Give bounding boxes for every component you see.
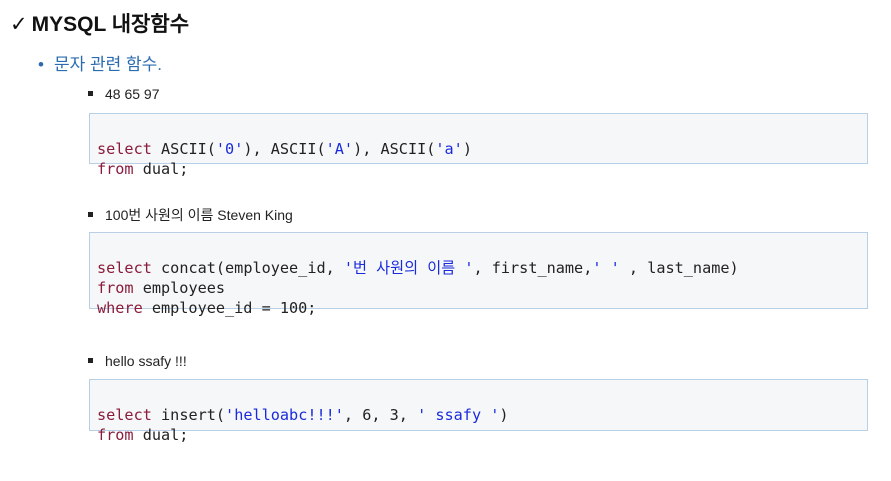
code-text: ) [499, 406, 509, 424]
code-text: employee_id = 100; [142, 299, 317, 317]
code-line: where employee_id = 100; [97, 298, 860, 318]
code-line: from dual; [97, 425, 860, 445]
sql-keyword: from [97, 279, 134, 297]
sql-string: 'helloabc!!!' [225, 406, 344, 424]
code-text: ASCII( [161, 140, 216, 158]
example-label-text: hello ssafy !!! [105, 353, 187, 369]
square-bullet-icon [88, 211, 93, 217]
sql-keyword: from [97, 160, 134, 178]
code-text: ), ASCII( [353, 140, 436, 158]
sql-keyword: select [97, 259, 152, 277]
page-title: ✓ MYSQL 내장함수 [10, 8, 189, 38]
code-text: ), ASCII( [243, 140, 326, 158]
sql-keyword: select [97, 140, 152, 158]
sql-string: '번 사원의 이름 ' [343, 259, 474, 277]
code-text: , last_name) [619, 259, 739, 277]
bullet-icon: • [38, 55, 44, 74]
square-bullet-icon [88, 357, 93, 363]
code-text: employees [133, 279, 226, 297]
code-text: ) [462, 140, 472, 158]
example-label-insert: hello ssafy !!! [88, 353, 187, 369]
sql-keyword: select [97, 406, 152, 424]
sql-string: 'A' [325, 140, 354, 158]
page-title-text: MYSQL 내장함수 [31, 13, 190, 36]
code-line: select concat(employee_id, '번 사원의 이름 ', … [97, 258, 860, 278]
sql-keyword: from [97, 426, 134, 444]
example-label-text: 100번 사원의 이름 Steven King [105, 207, 293, 223]
code-text: , first_name, [473, 259, 593, 277]
sql-string: 'a' [435, 140, 463, 158]
code-text: insert( [161, 406, 226, 424]
section-subtitle: • 문자 관련 함수. [38, 50, 162, 75]
example-label-concat: 100번 사원의 이름 Steven King [88, 205, 293, 225]
sql-string: ' ' [592, 259, 620, 277]
sql-keyword: where [97, 299, 143, 317]
example-label-ascii: 48 65 97 [88, 86, 160, 102]
square-bullet-icon [88, 90, 93, 96]
code-line: select ASCII('0'), ASCII('A'), ASCII('a'… [97, 139, 860, 159]
code-block-insert: select insert('helloabc!!!', 6, 3, ' ssa… [89, 379, 868, 444]
sql-string: ' ssafy ' [417, 406, 500, 424]
code-line: from employees [97, 278, 860, 298]
check-icon: ✓ [10, 13, 28, 36]
code-text: dual; [133, 426, 189, 444]
code-line: from dual; [97, 159, 860, 179]
example-label-text: 48 65 97 [105, 86, 160, 102]
code-block-ascii: select ASCII('0'), ASCII('A'), ASCII('a'… [89, 113, 868, 178]
code-text: concat(employee_id, [161, 259, 344, 277]
code-text: , 6, 3, [343, 406, 418, 424]
code-block-concat: select concat(employee_id, '번 사원의 이름 ', … [89, 232, 868, 317]
code-text: dual; [133, 160, 189, 178]
section-subtitle-text: 문자 관련 함수. [53, 55, 162, 74]
sql-string: '0' [215, 140, 244, 158]
code-line: select insert('helloabc!!!', 6, 3, ' ssa… [97, 405, 860, 425]
